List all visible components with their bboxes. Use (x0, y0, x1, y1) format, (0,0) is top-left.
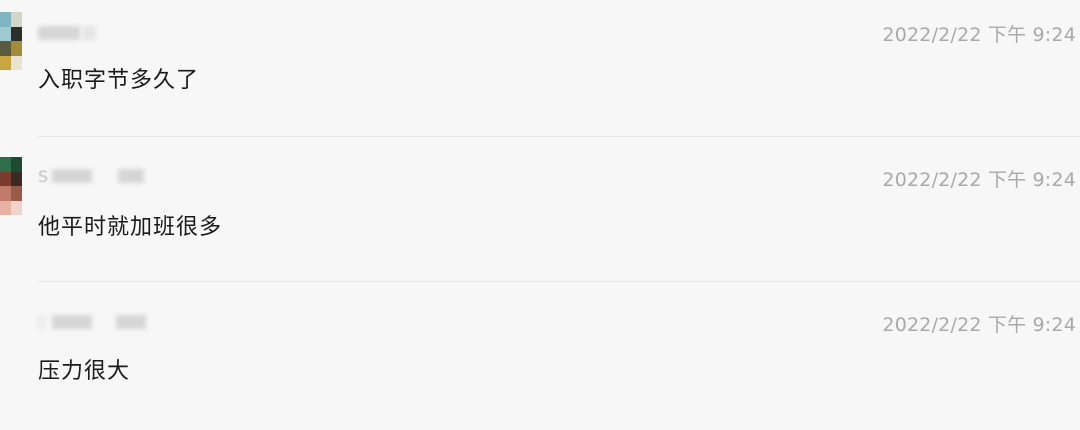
avatar-pixel (0, 186, 11, 201)
avatar-pixel (11, 26, 22, 41)
avatar-pixel (0, 41, 11, 56)
avatar-pixel (11, 12, 22, 27)
username-redacted[interactable] (38, 24, 96, 42)
divider (38, 281, 1080, 282)
comment-timestamp: 2022/2/22 下午 9:24 (882, 314, 1076, 336)
avatar-pixel (0, 55, 11, 70)
redacted-block (118, 169, 145, 183)
comment-text: 入职字节多久了 (38, 68, 200, 93)
avatar-pixel (11, 200, 22, 215)
avatar-pixel (0, 200, 11, 215)
username-initial: S (38, 166, 49, 186)
comment-item: S 2022/2/22 下午 9:24 他平时就加班很多 (0, 145, 1080, 285)
avatar-pixel (11, 41, 22, 56)
avatar-pixel (11, 186, 22, 201)
redacted-block (38, 26, 80, 40)
redacted-block (38, 315, 46, 329)
avatar-pixel (0, 157, 11, 172)
avatar-pixel (11, 157, 22, 172)
avatar-pixel (11, 55, 22, 70)
comment-item: 2022/2/22 下午 9:24 入职字节多久了 (0, 0, 1080, 140)
redacted-block (52, 169, 93, 183)
username-redacted[interactable] (38, 313, 146, 331)
username-redacted[interactable]: S (38, 166, 145, 186)
comment-timestamp: 2022/2/22 下午 9:24 (882, 24, 1076, 46)
comment-text: 压力很大 (38, 359, 131, 384)
divider (38, 136, 1080, 137)
comment-timestamp: 2022/2/22 下午 9:24 (882, 169, 1076, 191)
avatar-pixel (0, 12, 11, 27)
comment-text: 他平时就加班很多 (38, 215, 223, 240)
avatar[interactable] (0, 157, 22, 215)
redacted-block (52, 315, 92, 329)
redacted-block (82, 26, 96, 40)
comment-item: 2022/2/22 下午 9:24 压力很大 (0, 290, 1080, 430)
avatar-pixel (0, 171, 11, 186)
avatar-pixel (0, 26, 11, 41)
avatar[interactable] (0, 12, 22, 70)
redacted-block (116, 315, 146, 329)
avatar-pixel (11, 171, 22, 186)
